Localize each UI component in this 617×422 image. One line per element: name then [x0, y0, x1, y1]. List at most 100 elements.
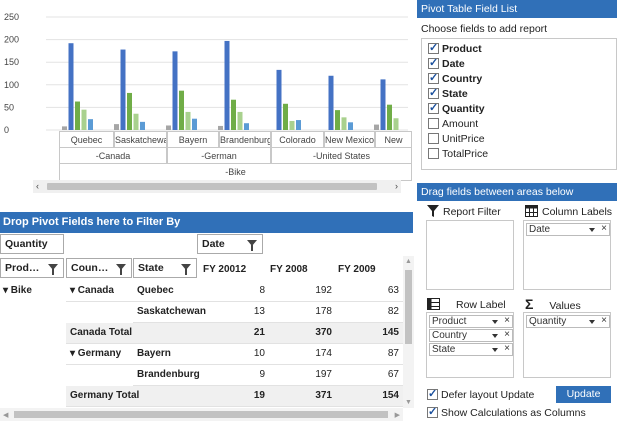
chart-bar[interactable] — [393, 118, 399, 130]
chart-bar[interactable] — [172, 51, 178, 130]
chart-bar[interactable] — [335, 110, 340, 130]
pivot-horizontal-scrollbar[interactable]: ◀ ▶ — [0, 408, 403, 421]
data-field-button[interactable]: Quantity — [0, 234, 64, 254]
checkbox-checked-icon[interactable] — [427, 405, 438, 418]
chart-bar[interactable] — [166, 125, 171, 130]
column-field-button[interactable]: Date — [197, 234, 263, 254]
filter-drop-zone[interactable]: Drop Pivot Fields here to Filter By — [0, 212, 413, 233]
chart-bar[interactable] — [62, 126, 67, 130]
chart-bar[interactable] — [127, 92, 132, 130]
field-item-country[interactable]: Country — [428, 71, 482, 86]
pivot-vscroll-thumb[interactable] — [405, 270, 412, 344]
pivot-vertical-scrollbar[interactable]: ▲ ▼ — [403, 256, 414, 408]
country-row-header[interactable]: ▾ Germany — [70, 347, 121, 361]
chart-bar[interactable] — [224, 40, 230, 130]
chart-bar[interactable] — [185, 111, 191, 130]
filter-funnel-icon[interactable] — [116, 264, 126, 275]
chart-bar[interactable] — [81, 109, 87, 130]
chart-bar[interactable] — [179, 90, 184, 130]
chart-horizontal-scrollbar[interactable]: ‹ › — [33, 180, 401, 193]
field-item-state[interactable]: State — [428, 86, 468, 101]
chart-bar[interactable] — [289, 120, 295, 130]
scroll-right-arrow-icon[interactable]: ▶ — [395, 411, 400, 419]
chart-scroll-thumb[interactable] — [47, 183, 377, 190]
country-row-header[interactable]: ▾ Canada — [70, 284, 114, 298]
dropdown-arrow-icon[interactable] — [589, 320, 595, 324]
checkbox-checked-icon[interactable] — [428, 86, 439, 100]
row-field-product-button[interactable]: Prod… — [0, 258, 64, 278]
chart-bar[interactable] — [68, 43, 74, 130]
row-chip-product[interactable]: Product × — [429, 315, 513, 328]
drag-areas-title: Drag fields between areas below — [417, 183, 617, 201]
value-chip-quantity[interactable]: Quantity × — [526, 315, 610, 328]
chart-bar[interactable] — [218, 125, 223, 130]
chart-bar[interactable] — [133, 113, 139, 130]
field-item-unitprice[interactable]: UnitPrice — [428, 132, 485, 146]
row-field-state-button[interactable]: State — [133, 258, 197, 278]
checkbox-checked-icon[interactable] — [428, 56, 439, 70]
checkbox-checked-icon[interactable] — [428, 41, 439, 55]
chart-bar[interactable] — [296, 120, 301, 130]
chart-bar[interactable] — [231, 99, 236, 130]
defer-layout-checkbox[interactable]: Defer layout Update — [427, 387, 534, 401]
row-label-label: Row Label — [456, 299, 506, 311]
row-chip-state[interactable]: State × — [429, 343, 513, 356]
checkbox-unchecked-icon[interactable] — [428, 133, 439, 144]
chart-bar[interactable] — [244, 123, 249, 130]
field-item-date[interactable]: Date — [428, 56, 465, 71]
chart-bar[interactable] — [88, 119, 93, 130]
chart-bar[interactable] — [276, 69, 282, 130]
column-chip-date[interactable]: Date × — [526, 223, 610, 236]
remove-icon[interactable]: × — [601, 223, 607, 234]
chart-bar[interactable] — [120, 49, 126, 130]
chart-bar[interactable] — [348, 122, 353, 130]
scroll-left-arrow-icon[interactable]: ‹ — [36, 180, 39, 193]
chart-bar[interactable] — [75, 101, 80, 130]
remove-icon[interactable]: × — [504, 329, 510, 340]
checkbox-checked-icon[interactable] — [428, 71, 439, 85]
chart-bar[interactable] — [374, 124, 379, 130]
remove-icon[interactable]: × — [601, 315, 607, 326]
chart-bar[interactable] — [140, 121, 145, 130]
values-area[interactable]: Quantity × — [523, 312, 611, 378]
update-button[interactable]: Update — [556, 386, 611, 403]
show-calculations-checkbox[interactable]: Show Calculations as Columns — [427, 405, 586, 419]
dropdown-arrow-icon[interactable] — [589, 228, 595, 232]
filter-funnel-icon[interactable] — [48, 264, 58, 275]
report-filter-area[interactable] — [426, 220, 514, 290]
checkbox-unchecked-icon[interactable] — [428, 148, 439, 159]
row-chip-country[interactable]: Country × — [429, 329, 513, 342]
remove-icon[interactable]: × — [504, 315, 510, 326]
field-item-amount[interactable]: Amount — [428, 117, 478, 131]
chart-bar[interactable] — [380, 79, 386, 130]
scroll-right-arrow-icon[interactable]: › — [395, 180, 398, 193]
chart-bar[interactable] — [237, 111, 243, 130]
scroll-up-arrow-icon[interactable]: ▲ — [405, 258, 412, 265]
field-item-quantity[interactable]: Quantity — [428, 101, 485, 116]
chart-bar[interactable] — [283, 103, 288, 130]
row-divider — [66, 406, 403, 407]
product-row-header[interactable]: ▾ Bike — [3, 284, 32, 298]
chart-bar[interactable] — [192, 118, 197, 130]
dropdown-arrow-icon[interactable] — [492, 348, 498, 352]
remove-icon[interactable]: × — [504, 343, 510, 354]
dropdown-arrow-icon[interactable] — [492, 334, 498, 338]
dropdown-arrow-icon[interactable] — [492, 320, 498, 324]
field-item-totalprice[interactable]: TotalPrice — [428, 147, 488, 161]
chart-bar[interactable] — [387, 104, 392, 130]
row-field-country-button[interactable]: Coun… — [66, 258, 132, 278]
checkbox-checked-icon[interactable] — [428, 101, 439, 115]
chart-bar[interactable] — [341, 117, 347, 130]
filter-funnel-icon[interactable] — [181, 264, 191, 275]
scroll-down-arrow-icon[interactable]: ▼ — [405, 399, 412, 406]
field-item-product[interactable]: Product — [428, 41, 482, 56]
row-labels-area[interactable]: Product × Country × State × — [426, 312, 514, 378]
pivot-hscroll-thumb[interactable] — [14, 411, 388, 418]
scroll-left-arrow-icon[interactable]: ◀ — [3, 411, 8, 419]
column-labels-area[interactable]: Date × — [523, 220, 611, 290]
chart-bar[interactable] — [328, 75, 334, 130]
chart-bar[interactable] — [114, 124, 119, 130]
checkbox-checked-icon[interactable] — [427, 387, 438, 400]
filter-funnel-icon[interactable] — [247, 240, 257, 251]
checkbox-unchecked-icon[interactable] — [428, 118, 439, 129]
